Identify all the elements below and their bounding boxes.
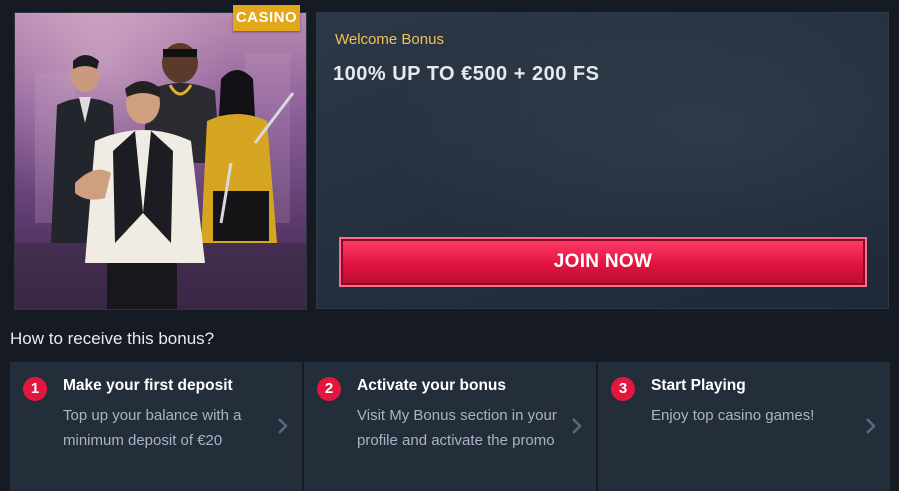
step-description: Enjoy top casino games! <box>651 407 815 424</box>
casino-badge: CASINO <box>233 5 300 31</box>
chevron-right-icon <box>278 418 288 434</box>
section-title: How to receive this bonus? <box>10 329 215 348</box>
step-card-2[interactable]: 2 Activate your bonus Visit My Bonus sec… <box>304 362 596 491</box>
step-card-3[interactable]: 3 Start Playing Enjoy top casino games! <box>598 362 890 491</box>
step-number: 3 <box>611 377 635 401</box>
chevron-right-icon <box>866 418 876 434</box>
chevron-right-icon <box>572 418 582 434</box>
characters-illustration <box>15 43 306 309</box>
step-title: Activate your bonus <box>357 377 506 394</box>
step-number: 1 <box>23 377 47 401</box>
step-title: Make your first deposit <box>63 377 233 394</box>
join-now-button[interactable]: JOIN NOW <box>339 237 867 287</box>
step-description: Visit My Bonus section in your profile a… <box>357 407 557 449</box>
step-card-1[interactable]: 1 Make your first deposit Top up your ba… <box>10 362 302 491</box>
promo-panel: Welcome Bonus 100% UP TO €500 + 200 FS J… <box>316 12 889 309</box>
step-description: Top up your balance with a minimum depos… <box>63 407 242 449</box>
promo-title: 100% UP TO €500 + 200 FS <box>333 63 600 85</box>
promo-label: Welcome Bonus <box>335 31 444 48</box>
step-title: Start Playing <box>651 377 746 394</box>
hero-artwork <box>14 12 307 310</box>
step-number: 2 <box>317 377 341 401</box>
steps-list: 1 Make your first deposit Top up your ba… <box>10 362 890 491</box>
